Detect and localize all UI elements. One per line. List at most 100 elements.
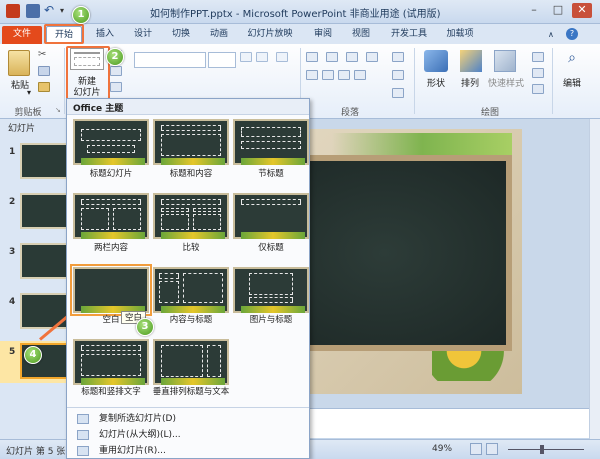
tab-file[interactable]: 文件 — [2, 26, 42, 44]
shape-fill-icon[interactable] — [532, 52, 544, 62]
tab-animations[interactable]: 动画 — [204, 26, 234, 44]
slide-thumbnail[interactable] — [20, 243, 70, 279]
layout-two-content[interactable] — [73, 193, 149, 239]
tab-view[interactable]: 视图 — [346, 26, 376, 44]
duplicate-slide-command[interactable]: 复制所选幻灯片(D) — [71, 411, 307, 427]
tab-design[interactable]: 设计 — [128, 26, 158, 44]
collapse-ribbon-icon[interactable]: ∧ — [548, 30, 558, 40]
layout-caption: 比较 — [182, 243, 200, 253]
copy-icon[interactable] — [38, 66, 50, 76]
font-name-combo[interactable] — [134, 52, 206, 68]
layout-comparison[interactable] — [153, 193, 229, 239]
layout-title-only[interactable] — [233, 193, 309, 239]
slide-thumbnail[interactable] — [20, 143, 70, 179]
step-2-highlight — [66, 46, 110, 104]
tab-transitions[interactable]: 切换 — [166, 26, 196, 44]
shape-outline-icon[interactable] — [532, 68, 544, 78]
help-icon[interactable]: ? — [566, 28, 578, 40]
quick-styles-button[interactable]: 快速样式 — [484, 76, 528, 89]
zoom-slider-thumb[interactable] — [540, 445, 544, 454]
grow-font-icon[interactable] — [240, 52, 252, 62]
zoom-slider[interactable] — [508, 449, 584, 450]
reset-icon[interactable] — [110, 66, 122, 76]
increase-indent-icon[interactable] — [366, 52, 378, 62]
align-left-icon[interactable] — [306, 70, 318, 80]
title-bar: ↶ ▾ 如何制作PPT.pptx - Microsoft PowerPoint … — [0, 0, 600, 24]
arrange-button[interactable]: 排列 — [454, 76, 486, 89]
layout-caption: 两栏内容 — [93, 243, 128, 253]
sorter-view-icon[interactable] — [486, 443, 498, 455]
slide-number: 4 — [9, 297, 16, 307]
layout-caption: 仅标题 — [258, 243, 284, 253]
layout-caption: 标题和竖排文字 — [81, 387, 141, 397]
font-size-combo[interactable] — [208, 52, 236, 68]
step-1-highlight — [44, 24, 84, 44]
paragraph-group-label: 段落 — [340, 108, 359, 118]
drawing-group-label: 绘图 — [480, 108, 499, 118]
tab-insert[interactable]: 插入 — [90, 26, 120, 44]
vertical-scrollbar[interactable] — [589, 119, 600, 439]
quick-styles-icon[interactable] — [494, 50, 516, 72]
paste-icon[interactable] — [8, 50, 30, 76]
find-icon[interactable]: ⌕ — [562, 50, 582, 70]
tab-slideshow[interactable]: 幻灯片放映 — [242, 26, 298, 44]
layout-vertical-title-text[interactable] — [153, 339, 229, 385]
clipboard-group-label: 剪贴板 — [14, 108, 42, 118]
tab-review[interactable]: 审阅 — [308, 26, 338, 44]
bullets-icon[interactable] — [306, 52, 318, 62]
align-right-icon[interactable] — [338, 70, 350, 80]
decrease-indent-icon[interactable] — [346, 52, 358, 62]
arrange-icon[interactable] — [460, 50, 482, 72]
close-button[interactable]: ✕ — [572, 3, 592, 18]
layout-caption: 标题幻灯片 — [89, 169, 133, 179]
layout-content-caption[interactable] — [153, 267, 229, 313]
layout-caption: 节标题 — [258, 169, 284, 179]
smartart-icon[interactable] — [392, 88, 404, 98]
layout-title-slide[interactable] — [73, 119, 149, 165]
tab-slides[interactable]: 幻灯片 — [8, 122, 48, 136]
slide-number: 3 — [9, 247, 16, 257]
normal-view-icon[interactable] — [470, 443, 482, 455]
layout-title-content[interactable] — [153, 119, 229, 165]
shape-effects-icon[interactable] — [532, 84, 544, 94]
edit-button[interactable]: 编辑 — [556, 76, 588, 89]
minimize-button[interactable]: – — [524, 3, 544, 18]
save-icon[interactable] — [26, 4, 40, 18]
zoom-level[interactable]: 49% — [432, 444, 452, 454]
slide-info: 幻灯片 第 5 张 — [6, 447, 66, 457]
format-painter-icon[interactable] — [38, 82, 50, 92]
slide-thumbnail[interactable] — [20, 293, 70, 329]
layout-picture-caption[interactable] — [233, 267, 309, 313]
new-slide-gallery: Office 主题 标题幻灯片 标题和内容 节标题 两栏内容 比较 仅标题 空白… — [66, 98, 310, 459]
slides-pane: 幻灯片 1 2 3 4 5 — [0, 119, 70, 439]
align-center-icon[interactable] — [322, 70, 334, 80]
layout-caption: 垂直排列标题与文本 — [152, 387, 230, 397]
tab-addins[interactable]: 加载项 — [440, 26, 480, 44]
slide-thumbnail[interactable] — [20, 193, 70, 229]
maximize-button[interactable]: □ — [548, 3, 568, 18]
tab-developer[interactable]: 开发工具 — [386, 26, 432, 44]
reuse-slides-command[interactable]: 重用幻灯片(R)... — [71, 443, 307, 459]
layout-blank[interactable] — [70, 264, 152, 316]
paste-dropdown-icon[interactable]: ▾ — [27, 88, 31, 97]
section-icon[interactable] — [110, 82, 122, 92]
text-direction-icon[interactable] — [392, 52, 404, 62]
numbering-icon[interactable] — [326, 52, 338, 62]
layout-section-header[interactable] — [233, 119, 309, 165]
ribbon-tabs: 文件 开始 插入 设计 切换 动画 幻灯片放映 审阅 视图 开发工具 加载项 ∧… — [0, 24, 600, 44]
justify-icon[interactable] — [354, 70, 366, 80]
step-1-badge: 1 — [72, 6, 90, 24]
slide-number: 2 — [9, 197, 16, 207]
align-text-icon[interactable] — [392, 70, 404, 80]
layout-title-vertical-text[interactable] — [73, 339, 149, 385]
cut-icon[interactable]: ✂ — [38, 50, 50, 60]
slides-from-outline-command[interactable]: 幻灯片(从大纲)(L)... — [71, 427, 307, 443]
shapes-button[interactable]: 形状 — [420, 76, 452, 89]
separator — [552, 48, 553, 114]
clipboard-dialog-icon[interactable]: ↘ — [55, 106, 61, 114]
clear-format-icon[interactable] — [276, 52, 288, 62]
shrink-font-icon[interactable] — [256, 52, 268, 62]
step-4-badge: 4 — [24, 346, 42, 364]
undo-icon[interactable]: ↶ — [44, 4, 58, 18]
shapes-icon[interactable] — [424, 50, 448, 72]
